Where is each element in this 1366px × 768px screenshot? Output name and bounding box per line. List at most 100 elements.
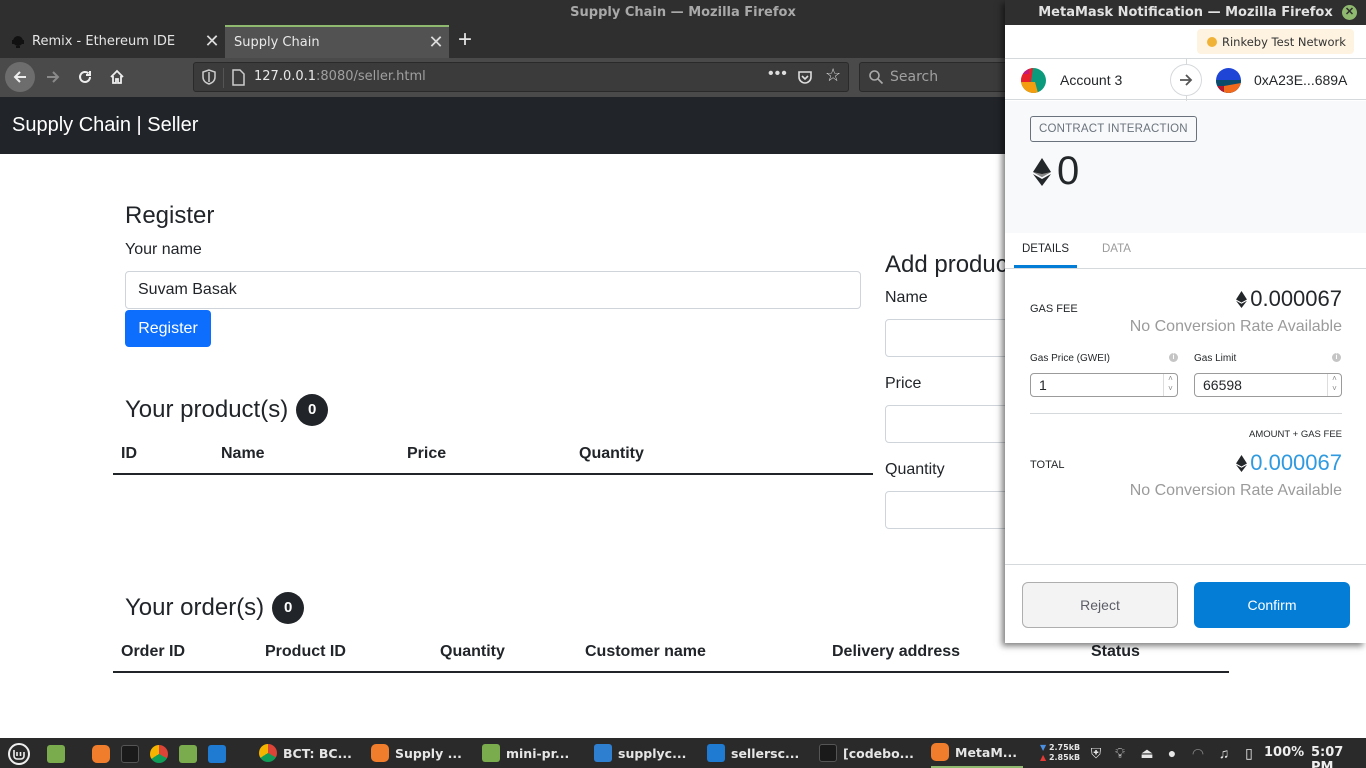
- tracking-shield-icon[interactable]: [202, 69, 216, 85]
- firefox-icon: [931, 743, 949, 761]
- details-divider: [1030, 413, 1342, 414]
- firefox-launcher-icon[interactable]: [92, 745, 110, 763]
- confirm-button[interactable]: Confirm: [1194, 582, 1350, 628]
- product-name-label: Name: [885, 289, 928, 306]
- reload-button[interactable]: [70, 62, 100, 92]
- products-col-price: Price: [407, 445, 447, 462]
- info-icon[interactable]: i: [1332, 353, 1341, 362]
- new-tab-button[interactable]: +: [452, 26, 478, 54]
- url-text[interactable]: 127.0.0.1:8080/seller.html: [254, 69, 426, 84]
- chrome-launcher-icon[interactable]: [150, 745, 168, 763]
- products-col-quantity: Quantity: [579, 445, 644, 462]
- gas-fee-amount: 0.000067: [1250, 286, 1342, 311]
- url-divider: [223, 68, 224, 88]
- ethereum-icon: [1236, 290, 1248, 308]
- to-address: 0xA23E...689A: [1254, 72, 1348, 88]
- products-col-id: ID: [121, 445, 137, 462]
- close-window-icon[interactable]: ✕: [1342, 5, 1357, 20]
- page-icon[interactable]: [231, 69, 245, 86]
- firefox-icon: [371, 744, 389, 762]
- forward-button[interactable]: [38, 62, 68, 92]
- metamask-window-title: MetaMask Notification — Mozilla Firefox: [1005, 0, 1366, 25]
- taskbar-item-supplychain-doc[interactable]: supplyc...: [594, 738, 686, 768]
- account-row: Account 3 0xA23E...689A: [1005, 58, 1366, 101]
- taskbar-item-supply-chain[interactable]: Supply ...: [371, 738, 462, 768]
- close-tab-icon[interactable]: ✕: [199, 31, 225, 52]
- from-account-avatar: [1021, 68, 1046, 93]
- search-bar[interactable]: Search: [859, 62, 1019, 92]
- tab-details[interactable]: DETAILS: [1022, 243, 1069, 255]
- contract-interaction-badge: CONTRACT INTERACTION: [1030, 116, 1197, 142]
- search-icon: [869, 70, 884, 85]
- register-button[interactable]: Register: [125, 310, 211, 347]
- gas-price-input[interactable]: 1 ˄ ˅: [1030, 373, 1178, 397]
- files-launcher-icon[interactable]: [179, 745, 197, 763]
- vscode-launcher-icon[interactable]: [208, 745, 226, 763]
- add-product-heading: Add product: [885, 251, 1015, 278]
- orders-heading-text: Your order(s): [125, 594, 265, 621]
- user-icon[interactable]: ●: [1164, 745, 1180, 761]
- taskbar-item-chrome[interactable]: BCT: BC...: [259, 738, 352, 768]
- tab-remix[interactable]: Remix - Ethereum IDE ✕: [0, 25, 225, 58]
- orders-heading: Your order(s) 0: [125, 592, 305, 624]
- pocket-icon[interactable]: [797, 69, 813, 85]
- total-amount: 0.000067: [1250, 450, 1342, 475]
- remix-icon: [12, 35, 24, 48]
- reject-button[interactable]: Reject: [1022, 582, 1178, 628]
- taskbar-item-sellersc[interactable]: sellersc...: [707, 738, 799, 768]
- lightbulb-icon[interactable]: 💡︎: [1112, 745, 1128, 761]
- products-col-name: Name: [221, 445, 265, 462]
- orders-col-product-id: Product ID: [265, 643, 346, 660]
- gas-limit-stepper[interactable]: ˄ ˅: [1327, 374, 1341, 396]
- bookmark-star-icon[interactable]: ☆: [825, 65, 841, 86]
- vscode-icon: [707, 744, 725, 762]
- back-button[interactable]: [5, 62, 35, 92]
- clock[interactable]: 5:07 PM: [1311, 745, 1366, 768]
- terminal-launcher-icon[interactable]: [121, 745, 139, 763]
- gas-limit-input[interactable]: 66598 ˄ ˅: [1194, 373, 1342, 397]
- home-button[interactable]: [102, 62, 132, 92]
- url-bar[interactable]: 127.0.0.1:8080/seller.html ••• ☆: [193, 62, 849, 92]
- register-heading: Register: [125, 202, 215, 229]
- total-label: TOTAL: [1030, 459, 1065, 471]
- net-down: 2.75kB: [1048, 743, 1081, 752]
- wifi-icon[interactable]: ◠: [1190, 745, 1206, 761]
- network-badge[interactable]: Rinkeby Test Network: [1197, 29, 1354, 54]
- taskbar-item-metamask[interactable]: MetaM...: [931, 738, 1023, 768]
- taskbar-item-mini-project[interactable]: mini-pr...: [482, 738, 569, 768]
- total-conversion: No Conversion Rate Available: [1129, 482, 1342, 499]
- linux-mint-menu-icon[interactable]: [7, 742, 31, 766]
- update-shield-icon[interactable]: ⛨: [1088, 745, 1104, 761]
- reload-icon: [79, 70, 91, 83]
- tab-data[interactable]: DATA: [1102, 243, 1131, 255]
- eject-icon[interactable]: ⏏: [1139, 745, 1155, 761]
- products-table-divider: [113, 473, 873, 475]
- orders-col-status: Status: [1091, 643, 1140, 660]
- music-note-icon[interactable]: ♫: [1216, 745, 1232, 761]
- close-tab-icon[interactable]: ✕: [423, 32, 449, 53]
- taskbar-item-terminal[interactable]: [codebo...: [819, 738, 914, 768]
- amount-plus-gas-label: AMOUNT + GAS FEE: [1249, 429, 1342, 440]
- your-name-input[interactable]: [125, 271, 861, 309]
- network-name: Rinkeby Test Network: [1222, 34, 1346, 49]
- network-status-dot: [1207, 36, 1217, 47]
- info-icon[interactable]: i: [1169, 353, 1178, 362]
- taskbar-item-label: mini-pr...: [506, 745, 570, 761]
- to-account-avatar: [1216, 68, 1241, 93]
- gas-price-label: Gas Price (GWEI): [1030, 353, 1111, 364]
- taskbar-item-label: BCT: BC...: [283, 745, 352, 761]
- gas-price-stepper[interactable]: ˄ ˅: [1163, 374, 1177, 396]
- transaction-amount: 0: [1033, 149, 1079, 194]
- site-brand[interactable]: Supply Chain | Seller: [12, 114, 198, 137]
- battery-icon[interactable]: ▯: [1241, 745, 1257, 761]
- url-path: :8080/seller.html: [316, 69, 426, 84]
- taskbar-item-label: supplyc...: [618, 745, 687, 761]
- home-icon: [110, 69, 124, 84]
- orders-col-delivery-address: Delivery address: [832, 643, 961, 660]
- tab-label: Supply Chain: [234, 35, 320, 50]
- page-actions-menu-icon[interactable]: •••: [768, 65, 788, 83]
- network-speed: ▼ 2.75kB ▲ 2.85kB: [1040, 743, 1081, 762]
- tab-supply-chain[interactable]: Supply Chain ✕: [225, 25, 449, 58]
- transaction-summary: CONTRACT INTERACTION 0: [1005, 101, 1366, 233]
- show-desktop-icon[interactable]: [47, 745, 65, 763]
